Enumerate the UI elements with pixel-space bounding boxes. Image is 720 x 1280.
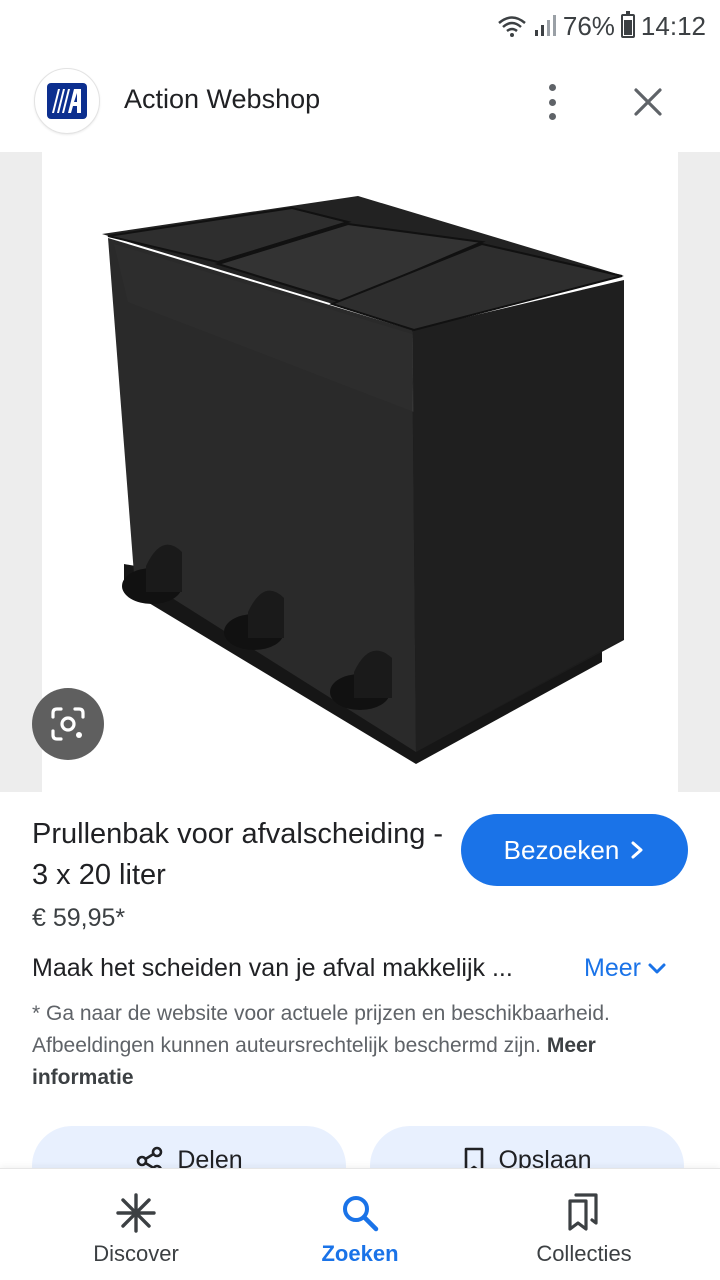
signal-icon	[534, 15, 556, 36]
status-bar: 76% 14:12	[0, 0, 720, 52]
more-vert-icon[interactable]	[536, 82, 568, 122]
more-label: Meer	[584, 954, 641, 982]
bottom-navigation: Discover Zoeken Collecties	[0, 1168, 720, 1280]
product-price: € 59,95*	[32, 904, 126, 932]
product-title: Prullenbak voor afvalscheiding - 3 x 20 …	[32, 818, 444, 891]
wifi-icon	[498, 16, 526, 37]
site-name[interactable]: Action Webshop	[124, 84, 320, 115]
disclaimer: * Ga naar de website voor actuele prijze…	[32, 998, 692, 1094]
nav-discover[interactable]: Discover	[36, 1169, 236, 1280]
clock: 14:12	[640, 10, 706, 41]
lens-icon	[51, 707, 85, 741]
chevron-down-icon	[648, 963, 666, 973]
action-logo-icon	[47, 83, 87, 119]
product-image[interactable]	[42, 152, 678, 792]
product-image-area	[0, 152, 720, 792]
lens-search-button[interactable]	[32, 688, 104, 760]
header: Action Webshop	[0, 60, 720, 142]
nav-collections-label: Collecties	[536, 1241, 632, 1266]
visit-button[interactable]: Bezoeken	[461, 814, 688, 886]
more-description-link[interactable]: Meer	[584, 954, 667, 983]
discover-icon	[114, 1191, 158, 1235]
nav-collections[interactable]: Collecties	[484, 1169, 684, 1280]
battery-icon	[620, 11, 635, 38]
nav-search-label: Zoeken	[321, 1241, 399, 1266]
status-icons: 76% 14:12	[497, 11, 706, 42]
action-logo-mark-icon	[52, 89, 81, 113]
visit-label: Bezoeken	[503, 834, 620, 865]
product-description: Maak het scheiden van je afval makkelijk…	[32, 954, 513, 982]
site-logo[interactable]	[34, 68, 100, 134]
nav-search[interactable]: Zoeken	[260, 1169, 460, 1280]
close-icon[interactable]	[628, 82, 668, 122]
nav-discover-label: Discover	[93, 1241, 179, 1266]
battery-percentage: 76%	[562, 10, 615, 41]
collections-icon	[562, 1191, 606, 1235]
search-icon	[338, 1191, 382, 1235]
disclaimer-text: * Ga naar de website voor actuele prijze…	[32, 1002, 610, 1057]
chevron-right-icon	[631, 841, 643, 859]
trash-bin-image	[102, 196, 624, 764]
